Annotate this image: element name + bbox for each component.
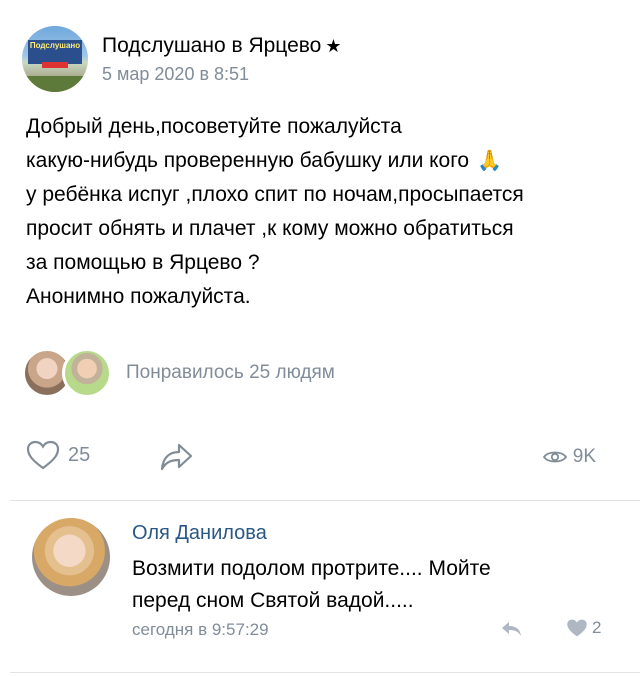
group-name[interactable]: Подслушано в Ярцево ★ <box>102 34 342 58</box>
post-text-line: просит обнять и плачет ,к кому можно обр… <box>26 217 514 240</box>
avatar-ground <box>22 76 88 92</box>
bottom-divider <box>10 672 640 673</box>
header-text: Подслушано в Ярцево ★ 5 мар 2020 в 8:51 <box>102 34 342 85</box>
comment-text: Возмити подолом протрите.... Мойте перед… <box>132 553 612 617</box>
comment-text-line: перед сном Святой вадой..... <box>132 589 414 612</box>
post-text-line-with-emoji: какую-нибудь проверенную бабушку или ког… <box>26 144 616 178</box>
comment-text-line: Возмити подолом протрите.... Мойте <box>132 557 491 580</box>
group-name-label[interactable]: Подслушано в Ярцево <box>102 34 321 57</box>
praying-hands-icon: 🙏 <box>477 150 503 172</box>
star-icon: ★ <box>325 35 342 56</box>
post-text-line: Анонимно пожалуйста. <box>26 285 251 308</box>
comment-author[interactable]: Оля Данилова <box>132 522 612 545</box>
post-actions: 25 9K <box>26 440 616 480</box>
reply-button[interactable] <box>500 620 522 643</box>
avatar-sign-sub <box>42 62 68 68</box>
reply-icon <box>502 622 521 636</box>
likers-row[interactable]: Понравилось 25 людям <box>22 348 335 398</box>
comment-meta: сегодня в 9:57:29 2 <box>132 618 612 644</box>
group-avatar[interactable]: Подслушано <box>22 26 88 92</box>
comment-like-button[interactable]: 2 <box>566 618 601 638</box>
like-button[interactable]: 25 <box>26 440 90 470</box>
divider <box>10 500 640 501</box>
comment-like-count: 2 <box>592 618 602 637</box>
views-counter: 9K <box>542 446 596 468</box>
post-text-line: за помощью в Ярцево ? <box>26 251 260 274</box>
post-text-line: какую-нибудь проверенную бабушку или ког… <box>26 149 470 172</box>
like-count: 25 <box>68 443 91 466</box>
heart-icon <box>567 619 587 637</box>
comment-content: Оля Данилова Возмити подолом протрите...… <box>132 522 612 617</box>
post-header: Подслушано Подслушано в Ярцево ★ 5 мар 20… <box>22 26 342 92</box>
likes-summary[interactable]: Понравилось 25 людям <box>126 362 335 384</box>
comment-avatar[interactable] <box>32 518 110 596</box>
share-icon <box>160 443 193 471</box>
comment-time[interactable]: сегодня в 9:57:29 <box>132 620 269 640</box>
post-text: Добрый день,посоветуйте пожалуйста какую… <box>26 110 616 314</box>
post-text-line: у ребёнка испуг ,плохо спит по ночам,про… <box>26 183 524 206</box>
views-count: 9K <box>572 446 596 467</box>
post-text-line: Добрый день,посоветуйте пожалуйста <box>26 115 402 138</box>
liker-avatar[interactable] <box>62 348 112 398</box>
eye-icon <box>542 451 567 463</box>
post-date[interactable]: 5 мар 2020 в 8:51 <box>102 64 342 85</box>
avatar-sign: Подслушано <box>28 40 82 64</box>
heart-icon <box>26 440 60 470</box>
share-button[interactable] <box>160 442 194 477</box>
